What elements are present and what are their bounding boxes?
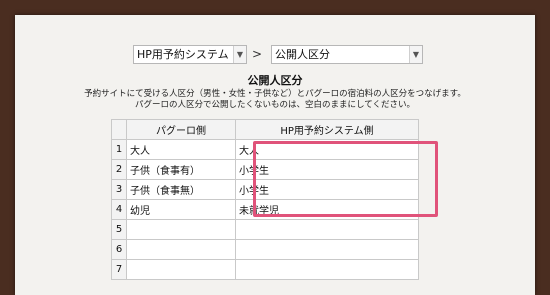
- hp-system-category-input[interactable]: 未就学児: [235, 199, 419, 220]
- mapping-table: パグーロ側 HP用予約システム側 1 大人 大人 2 子供（食事有） 小学生 3 子供（食事無…: [111, 119, 419, 280]
- category-select-value: 公開人区分: [275, 48, 330, 61]
- table-row: 7: [111, 259, 419, 280]
- hp-system-category-input[interactable]: 小学生: [235, 159, 419, 180]
- hp-system-category-input[interactable]: [235, 259, 419, 280]
- row-number: 5: [111, 219, 127, 240]
- header-paguro: パグーロ側: [126, 119, 236, 140]
- header-hp-system: HP用予約システム側: [235, 119, 419, 140]
- paguro-category-cell: 大人: [126, 139, 236, 160]
- table-row: 1 大人 大人: [111, 139, 419, 160]
- breadcrumb-separator: >: [252, 47, 263, 61]
- hp-system-category-input[interactable]: [235, 219, 419, 240]
- row-number: 1: [111, 139, 127, 160]
- selector-bar: HP用予約システム ▼ > 公開人区分 ▼: [15, 45, 535, 64]
- table-row: 2 子供（食事有） 小学生: [111, 159, 419, 180]
- category-select[interactable]: 公開人区分 ▼: [271, 45, 423, 64]
- table-row: 4 幼児 未就学児: [111, 199, 419, 220]
- header-number: [111, 119, 127, 140]
- paguro-category-cell: [126, 219, 236, 240]
- hp-system-category-input[interactable]: 大人: [235, 139, 419, 160]
- table-row: 5: [111, 219, 419, 240]
- system-select[interactable]: HP用予約システム ▼: [133, 45, 247, 64]
- paguro-category-cell: 幼児: [126, 199, 236, 220]
- paguro-category-cell: [126, 259, 236, 280]
- row-number: 3: [111, 179, 127, 200]
- system-select-value: HP用予約システム: [137, 48, 229, 61]
- hp-system-category-input[interactable]: [235, 239, 419, 260]
- table-row: 6: [111, 239, 419, 260]
- row-number: 7: [111, 259, 127, 280]
- hp-system-category-input[interactable]: 小学生: [235, 179, 419, 200]
- description-line-2: パグーロの人区分で公開したくないものは、空白のままにしてください。: [135, 100, 415, 110]
- paguro-category-cell: [126, 239, 236, 260]
- paguro-category-cell: 子供（食事有）: [126, 159, 236, 180]
- paguro-category-cell: 子供（食事無）: [126, 179, 236, 200]
- content-panel: HP用予約システム ▼ > 公開人区分 ▼ 公開人区分 予約サイトにて受ける人区…: [15, 15, 535, 295]
- row-number: 4: [111, 199, 127, 220]
- chevron-down-icon[interactable]: ▼: [409, 46, 422, 63]
- chevron-down-icon[interactable]: ▼: [233, 46, 246, 63]
- table-row: 3 子供（食事無） 小学生: [111, 179, 419, 200]
- table-header-row: パグーロ側 HP用予約システム側: [111, 119, 419, 140]
- row-number: 2: [111, 159, 127, 180]
- page-title: 公開人区分: [247, 74, 303, 87]
- row-number: 6: [111, 239, 127, 260]
